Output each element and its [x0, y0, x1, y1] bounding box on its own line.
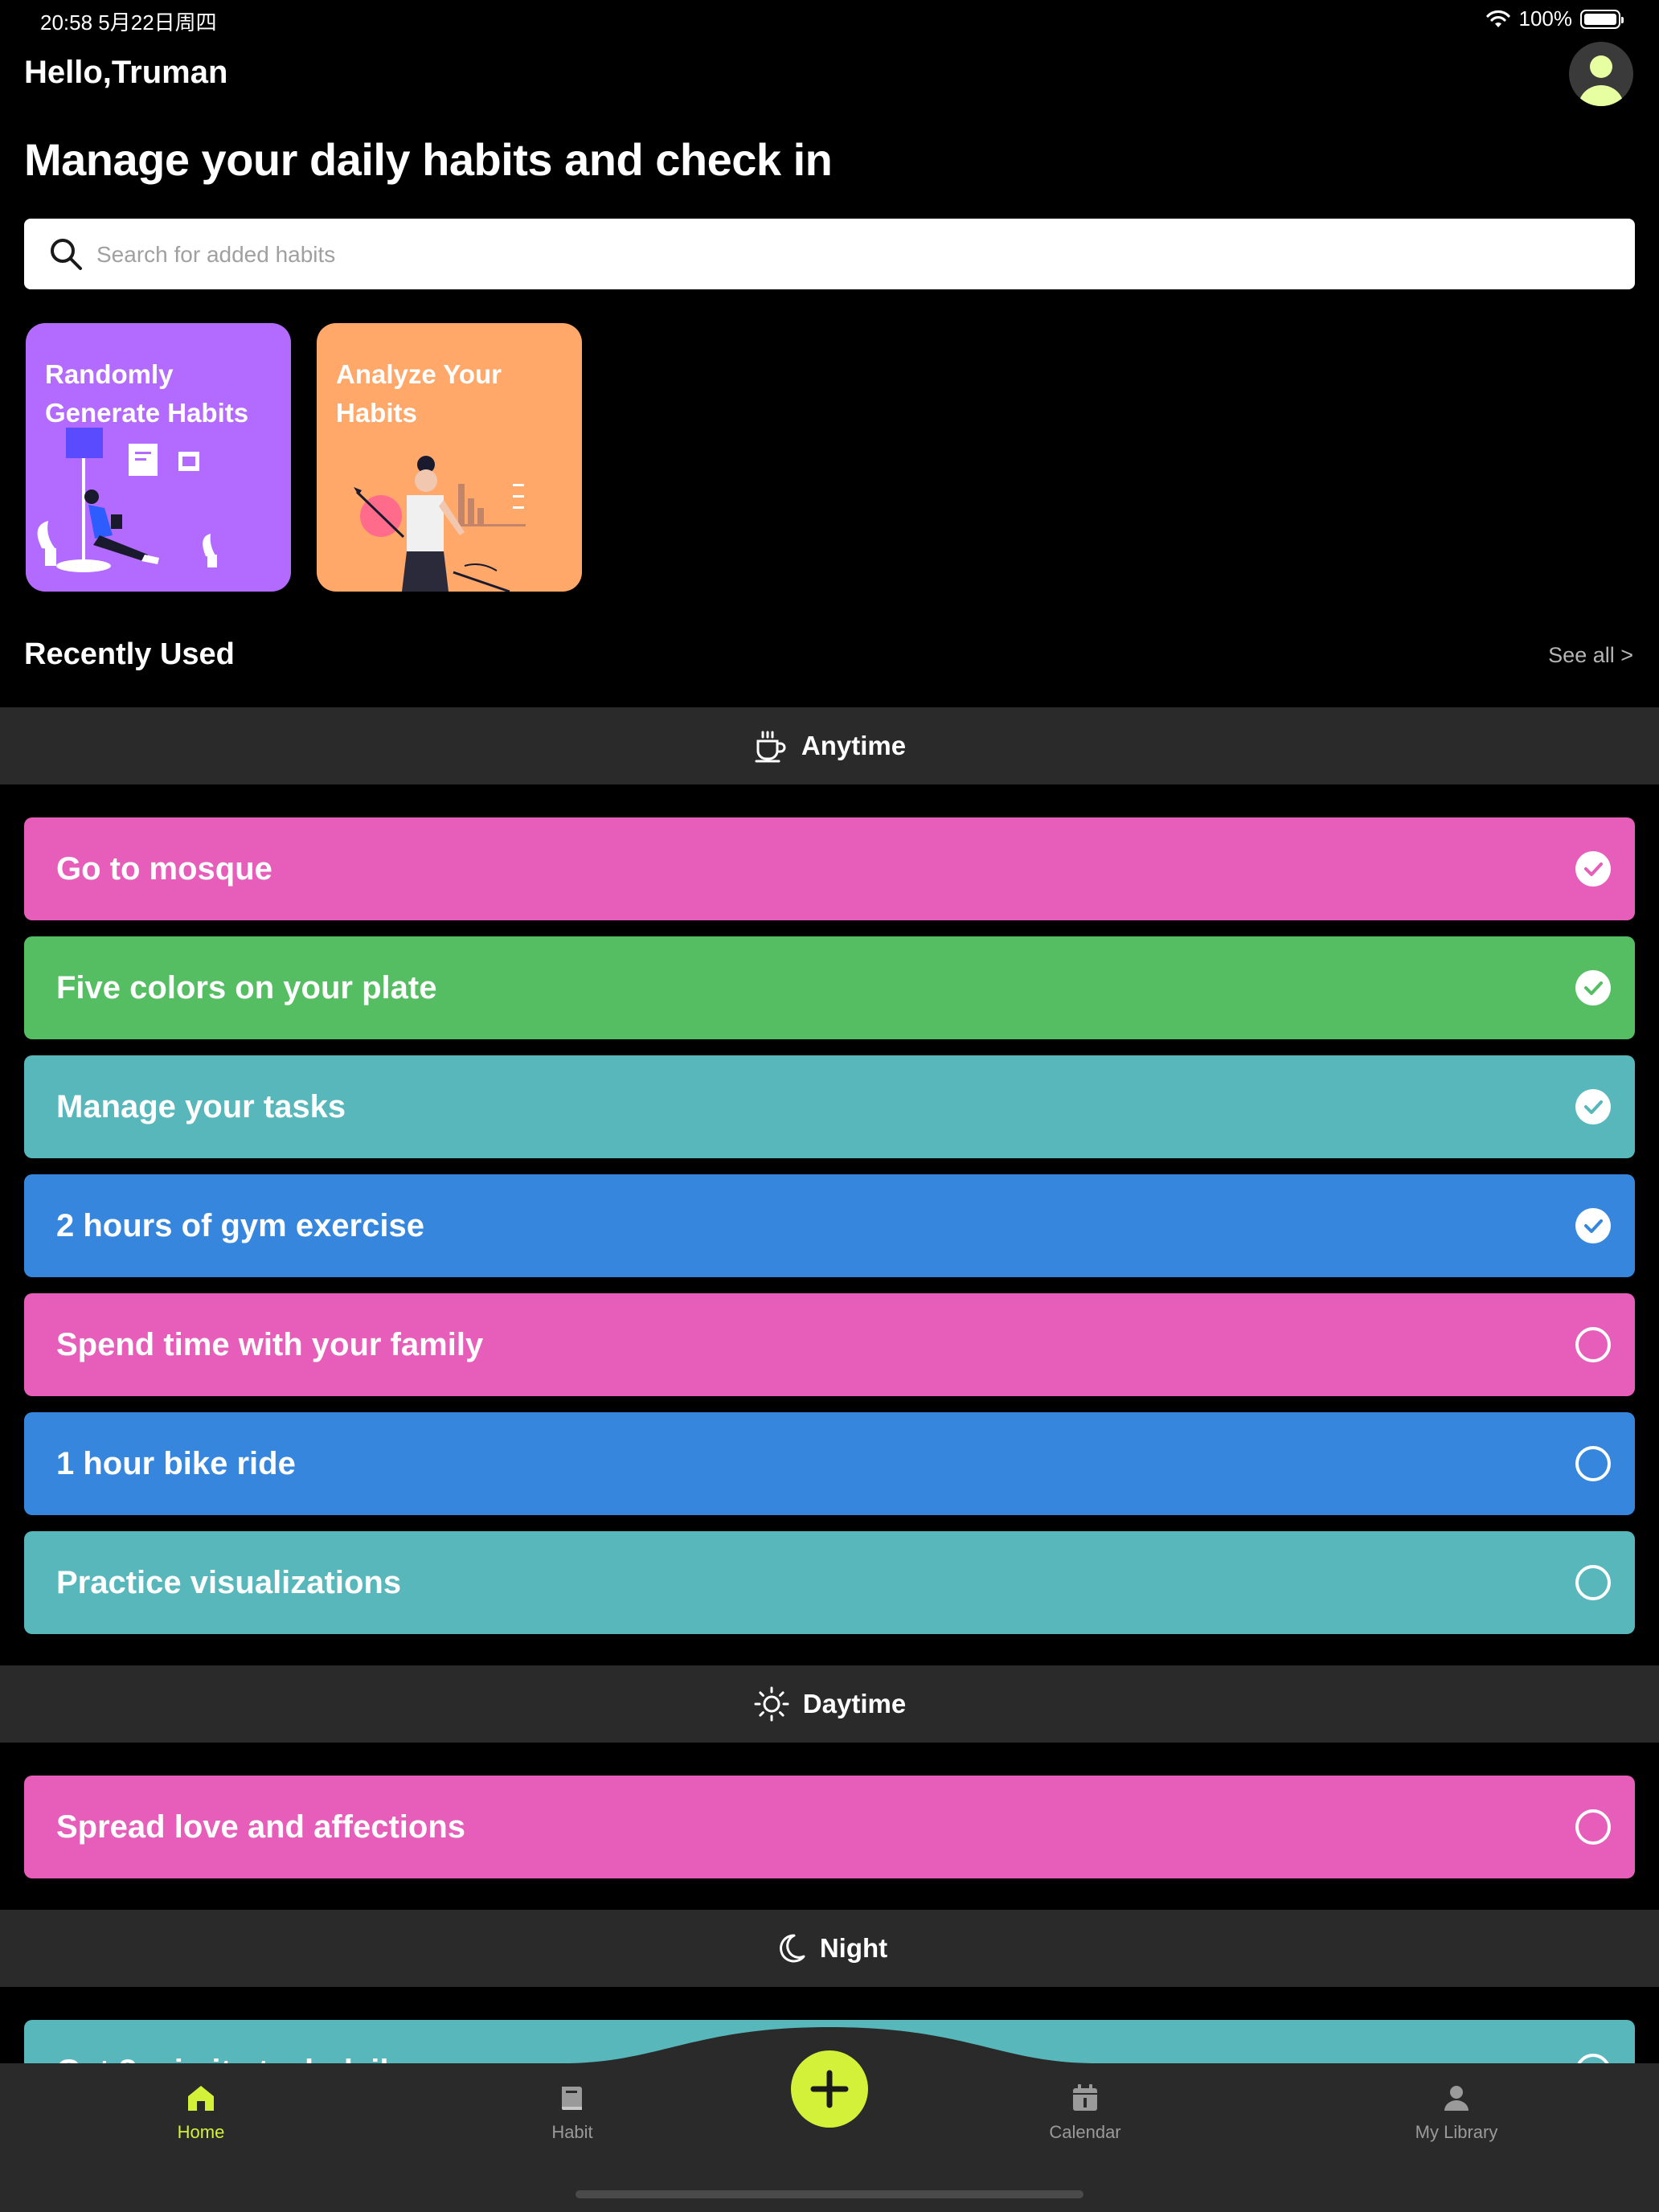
add-habit-button[interactable]: [791, 2050, 868, 2128]
tab-label: Habit: [551, 2122, 593, 2142]
see-all-link[interactable]: See all >: [1548, 643, 1633, 668]
search-input[interactable]: [95, 219, 1609, 291]
group-header-anytime[interactable]: Anytime: [0, 707, 1659, 784]
person-icon: [1444, 2086, 1469, 2111]
battery-percent: 100%: [1518, 6, 1573, 31]
habit-label: Five colors on your plate: [56, 970, 437, 1006]
group-label: Daytime: [802, 1689, 907, 1718]
group-header-daytime[interactable]: Daytime: [0, 1665, 1659, 1743]
avatar[interactable]: [1569, 42, 1633, 106]
habit-checkbox-checked[interactable]: [1575, 1089, 1611, 1124]
checkmark-icon: [1584, 981, 1603, 995]
habit-label: Spend time with your family: [56, 1327, 484, 1362]
coffee-cup-icon: [755, 731, 786, 763]
habit-label: Go to mosque: [56, 851, 272, 887]
habit-checkbox-checked[interactable]: [1575, 851, 1611, 887]
habit-label: 1 hour bike ride: [56, 1446, 296, 1481]
status-indicators: 100%: [1485, 6, 1624, 31]
habit-item[interactable]: Spend time with your family: [24, 1293, 1635, 1396]
habit-checkbox-unchecked[interactable]: [1575, 1327, 1611, 1362]
habit-checkbox-unchecked[interactable]: [1575, 1446, 1611, 1481]
home-icon: [188, 2086, 214, 2111]
wifi-icon: [1485, 10, 1510, 27]
recently-used-title: Recently Used: [24, 637, 235, 671]
group-label: Night: [819, 1933, 888, 1963]
checkmark-icon: [1584, 1100, 1603, 1114]
habit-label: Spread love and affections: [56, 1809, 466, 1845]
habit-checkbox-unchecked[interactable]: [1575, 1809, 1611, 1845]
moon-icon: [779, 1934, 805, 1963]
user-avatar-icon: [1579, 55, 1624, 106]
tab-label: Calendar: [1049, 2122, 1121, 2142]
habit-item[interactable]: Five colors on your plate: [24, 936, 1635, 1039]
habit-checkbox-unchecked[interactable]: [1575, 1565, 1611, 1600]
tab-habit[interactable]: Habit: [492, 2082, 653, 2143]
tab-calendar[interactable]: Calendar: [1005, 2082, 1165, 2143]
page-title: Manage your daily habits and check in: [24, 134, 833, 185]
habit-checkbox-checked[interactable]: [1575, 1208, 1611, 1243]
random-generate-card[interactable]: Randomly Generate Habits: [26, 323, 291, 592]
habit-label: 2 hours of gym exercise: [56, 1208, 424, 1243]
habit-item[interactable]: Practice visualizations: [24, 1531, 1635, 1634]
search-icon: [51, 239, 82, 270]
habit-item[interactable]: 1 hour bike ride: [24, 1412, 1635, 1515]
checkmark-icon: [1584, 862, 1603, 876]
group-label: Anytime: [801, 731, 907, 760]
habit-checkbox-checked[interactable]: [1575, 970, 1611, 1006]
reading-woman-illustration: [37, 428, 217, 572]
card-title: Randomly Generate Habits: [45, 359, 249, 428]
checkmark-icon: [1584, 1219, 1603, 1233]
group-header-night[interactable]: Night: [0, 1910, 1659, 1987]
card-title: Analyze Your Habits: [336, 359, 502, 428]
tab-label: My Library: [1415, 2122, 1498, 2142]
habit-item[interactable]: Manage your tasks: [24, 1055, 1635, 1158]
status-time: 20:58 5月22日周四: [40, 10, 217, 35]
plus-icon: [810, 2070, 849, 2108]
tab-home[interactable]: Home: [121, 2082, 281, 2143]
habit-label: Manage your tasks: [56, 1089, 346, 1124]
habit-label: Practice visualizations: [56, 1565, 402, 1600]
calendar-icon: [1073, 2084, 1097, 2111]
tab-label: Home: [177, 2122, 225, 2142]
tab-my-library[interactable]: My Library: [1376, 2082, 1537, 2143]
habit-item[interactable]: 2 hours of gym exercise: [24, 1174, 1635, 1277]
habit-item[interactable]: Spread love and affections: [24, 1776, 1635, 1878]
sun-icon: [754, 1686, 789, 1722]
book-icon: [562, 2087, 582, 2110]
battery-icon: [1580, 9, 1624, 29]
analyze-habits-card[interactable]: Analyze Your Habits: [317, 323, 582, 592]
greeting: Hello,Truman: [24, 55, 228, 90]
home-indicator: [576, 2190, 1083, 2198]
habit-item[interactable]: Go to mosque: [24, 817, 1635, 920]
analyst-woman-illustration: [354, 456, 526, 592]
